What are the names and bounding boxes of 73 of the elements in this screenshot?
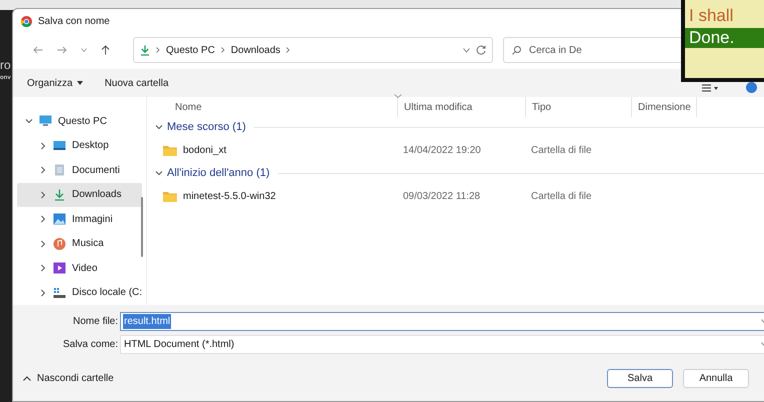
- file-type: Cartella di file: [531, 190, 592, 202]
- address-bar[interactable]: Questo PC Downloads: [133, 37, 493, 63]
- column-header[interactable]: Ultima modifica: [397, 97, 525, 117]
- background-text: ro: [0, 58, 11, 72]
- sort-caret-icon: [394, 94, 402, 98]
- file-type-dropdown[interactable]: HTML Document (*.html): [120, 334, 764, 354]
- computer-icon: [39, 115, 52, 128]
- organize-menu-button[interactable]: Organizza: [27, 76, 83, 90]
- folder-icon: [163, 144, 177, 156]
- chevron-down-icon[interactable]: [155, 169, 163, 177]
- sidebar-item[interactable]: Questo PC: [17, 109, 142, 134]
- modified-date: 09/03/2022 11:28: [403, 190, 480, 202]
- back-arrow-icon[interactable]: [33, 46, 43, 54]
- scrollbar-thumb[interactable]: [141, 197, 143, 257]
- view-options-icon[interactable]: [702, 84, 718, 92]
- breadcrumb-chevron-icon: [156, 47, 160, 53]
- sidebar-item[interactable]: Musica: [17, 232, 142, 256]
- file-type: Cartella di file: [531, 144, 592, 156]
- column-header[interactable]: Nome: [147, 97, 397, 117]
- music-note-icon: [53, 238, 66, 250]
- modified-date: 14/04/2022 19:20: [403, 144, 481, 156]
- hide-folders-button[interactable]: Nascondi cartelle: [23, 371, 114, 386]
- terminal-line: I shall: [688, 6, 734, 26]
- download-arrow-icon: [53, 188, 66, 201]
- group-header[interactable]: Mese scorso (1): [155, 118, 246, 136]
- sidebar-item[interactable]: Documenti: [17, 158, 142, 182]
- search-placeholder: Cerca in De: [529, 44, 582, 58]
- file-name-field[interactable]: result.html: [120, 312, 764, 330]
- cancel-button[interactable]: Annulla: [683, 369, 749, 388]
- document-icon: [53, 164, 66, 176]
- column-header[interactable]: Dimensione: [631, 97, 697, 117]
- sidebar-item[interactable]: Downloads: [17, 182, 142, 207]
- drive-icon: [53, 286, 66, 299]
- field-label: Salva come:: [62, 338, 119, 352]
- help-icon[interactable]: [746, 82, 757, 93]
- chevron-right-icon[interactable]: [39, 215, 47, 224]
- sidebar-item[interactable]: Desktop: [17, 134, 142, 158]
- video-icon: [53, 262, 66, 274]
- chevron-right-icon[interactable]: [39, 142, 47, 150]
- search-icon: [512, 46, 521, 54]
- breadcrumb-item[interactable]: Downloads: [230, 42, 280, 58]
- sidebar-item[interactable]: Disco locale (C:: [17, 280, 142, 305]
- column-header[interactable]: Tipo: [525, 97, 631, 117]
- sidebar-item[interactable]: Immagini: [17, 207, 142, 232]
- download-arrow-icon: [140, 44, 150, 56]
- caret-icon: [76, 81, 83, 85]
- new-folder-button[interactable]: Nuova cartella: [104, 76, 168, 90]
- save-button[interactable]: Salva: [607, 369, 673, 388]
- file-name[interactable]: minetest-5.5.0-win32: [183, 188, 276, 204]
- desktop-icon: [53, 140, 66, 152]
- image-icon: [53, 213, 66, 226]
- chevron-up-icon: [23, 376, 31, 381]
- up-arrow-icon[interactable]: [101, 45, 110, 55]
- file-name[interactable]: bodoni_xt: [183, 142, 226, 158]
- chevron-right-icon[interactable]: [39, 166, 47, 174]
- browser-logo-icon: [21, 16, 32, 26]
- sidebar-item[interactable]: Video: [17, 256, 142, 280]
- breadcrumb-item[interactable]: Questo PC: [166, 42, 215, 58]
- chevron-right-icon[interactable]: [39, 264, 47, 272]
- field-label: Nome file:: [72, 314, 119, 328]
- chevron-right-icon[interactable]: [39, 240, 47, 248]
- chevron-down-icon[interactable]: [155, 123, 163, 131]
- forward-arrow-icon[interactable]: [57, 46, 67, 54]
- recent-caret-icon[interactable]: [81, 48, 87, 52]
- breadcrumb-chevron-icon: [220, 47, 225, 53]
- folder-icon: [163, 190, 177, 202]
- chevron-right-icon[interactable]: [39, 190, 47, 199]
- window-title: Salva con nome: [38, 14, 110, 28]
- breadcrumb-chevron-icon: [286, 47, 290, 53]
- refresh-icon[interactable]: [476, 45, 486, 55]
- chevron-down-icon[interactable]: [25, 117, 33, 126]
- group-header[interactable]: All'inizio dell'anno (1): [155, 164, 270, 182]
- chevron-right-icon[interactable]: [39, 288, 47, 297]
